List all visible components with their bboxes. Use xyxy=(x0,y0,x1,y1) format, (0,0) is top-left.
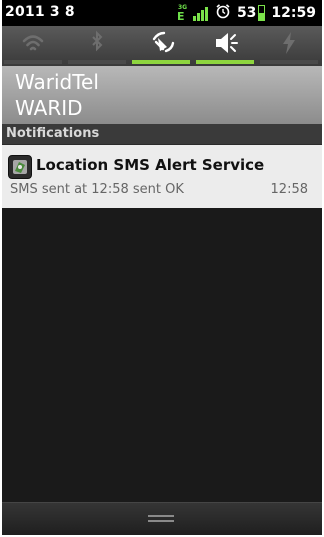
signal-icon xyxy=(192,5,209,21)
bluetooth-toggle[interactable] xyxy=(66,26,128,66)
wifi-toggle-indicator xyxy=(4,60,62,64)
network-type-icon: 3G E xyxy=(176,4,187,23)
notification-shade: 2011 3 8 3G E 53 12:59 WaridTel WARID No… xyxy=(2,0,322,535)
wifi-icon xyxy=(22,35,44,51)
app-icon xyxy=(8,155,32,179)
flash-icon xyxy=(283,32,295,54)
bluetooth-icon xyxy=(92,30,103,52)
status-bar: 2011 3 8 3G E 53 12:59 xyxy=(2,0,322,26)
flash-toggle[interactable] xyxy=(258,26,320,66)
wifi-toggle[interactable] xyxy=(2,26,64,66)
status-time: 12:59 xyxy=(271,5,316,21)
notification-title: Location SMS Alert Service xyxy=(36,156,265,174)
status-icons: 3G E 53 12:59 xyxy=(171,3,316,23)
shade-drag-handle[interactable] xyxy=(2,502,322,535)
notification-time: 12:58 xyxy=(270,182,308,197)
gps-toggle[interactable] xyxy=(130,26,192,66)
network-operator-name: WARID xyxy=(15,96,83,120)
sound-toggle-indicator xyxy=(196,60,254,64)
network-type-label: E xyxy=(176,10,185,23)
bluetooth-toggle-indicator xyxy=(68,60,126,64)
status-date: 2011 3 8 xyxy=(5,4,75,20)
carrier-label: WaridTel WARID xyxy=(2,66,322,124)
quick-toggle-bar xyxy=(2,26,322,66)
notification-item[interactable]: Location SMS Alert Service SMS sent at 1… xyxy=(2,145,322,208)
battery-level: 53 xyxy=(236,5,257,21)
grip-line xyxy=(148,520,174,522)
sound-toggle[interactable] xyxy=(194,26,256,66)
gps-toggle-indicator xyxy=(132,60,190,64)
battery-icon xyxy=(258,5,266,21)
grip-line xyxy=(148,515,174,517)
gps-icon xyxy=(152,31,175,53)
alarm-icon xyxy=(215,3,231,23)
notifications-header: Notifications xyxy=(2,124,322,145)
notifications-header-label: Notifications xyxy=(6,126,100,141)
sound-icon xyxy=(216,33,238,53)
flash-toggle-indicator xyxy=(260,60,318,64)
notification-text: SMS sent at 12:58 sent OK xyxy=(10,182,184,197)
carrier-name: WaridTel xyxy=(15,70,99,94)
